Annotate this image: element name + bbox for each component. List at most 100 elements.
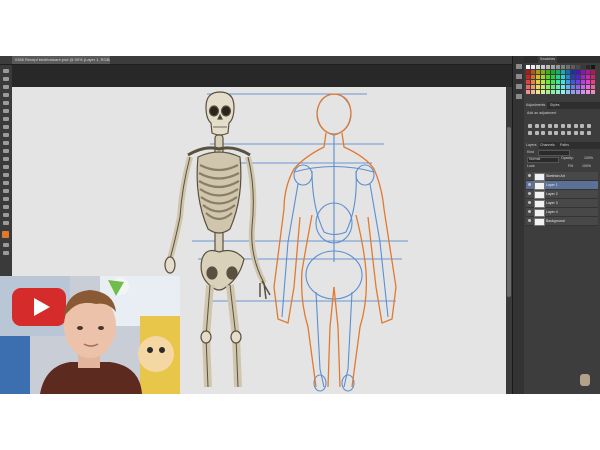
adjustment-icon[interactable] bbox=[547, 124, 552, 128]
color-swatch[interactable] bbox=[526, 75, 530, 79]
color-swatch[interactable] bbox=[536, 90, 540, 94]
color-swatch[interactable] bbox=[561, 85, 565, 89]
layer-row[interactable]: Layer 4 bbox=[526, 208, 598, 217]
tab-paths[interactable]: Paths bbox=[558, 142, 571, 149]
adjustment-icon[interactable] bbox=[554, 124, 558, 128]
color-swatch[interactable] bbox=[581, 80, 585, 84]
stamp-tool-icon[interactable] bbox=[3, 133, 9, 137]
color-swatch[interactable] bbox=[551, 85, 555, 89]
color-swatch[interactable] bbox=[531, 90, 535, 94]
tab-adjustments[interactable]: Adjustments bbox=[524, 102, 548, 109]
color-swatch[interactable] bbox=[546, 90, 550, 94]
adjustment-icon[interactable] bbox=[586, 131, 591, 135]
adjustment-icon[interactable] bbox=[573, 131, 578, 135]
color-swatch[interactable] bbox=[551, 70, 555, 74]
properties-icon[interactable] bbox=[516, 74, 522, 79]
color-swatch[interactable] bbox=[586, 75, 590, 79]
move-tool-icon[interactable] bbox=[3, 69, 9, 73]
eye-icon[interactable] bbox=[528, 210, 531, 213]
zoom-tool-icon[interactable] bbox=[3, 221, 9, 225]
color-swatch[interactable] bbox=[561, 65, 565, 69]
history-icon[interactable] bbox=[516, 64, 522, 69]
shape-tool-icon[interactable] bbox=[3, 205, 9, 209]
adjustment-icon[interactable] bbox=[567, 131, 571, 135]
path-select-tool-icon[interactable] bbox=[3, 197, 9, 201]
color-swatch[interactable] bbox=[571, 90, 575, 94]
crop-tool-icon[interactable] bbox=[3, 101, 9, 105]
color-swatch[interactable] bbox=[541, 80, 545, 84]
color-swatch[interactable] bbox=[551, 75, 555, 79]
eyedropper-tool-icon[interactable] bbox=[3, 109, 9, 113]
tab-channels[interactable]: Channels bbox=[538, 142, 557, 149]
pen-tool-icon[interactable] bbox=[3, 181, 9, 185]
blur-tool-icon[interactable] bbox=[3, 165, 9, 169]
color-swatch[interactable] bbox=[586, 85, 590, 89]
color-swatch[interactable] bbox=[576, 85, 580, 89]
history-brush-tool-icon[interactable] bbox=[3, 141, 9, 145]
healing-tool-icon[interactable] bbox=[3, 117, 9, 121]
color-swatch[interactable] bbox=[541, 90, 545, 94]
color-swatch[interactable] bbox=[576, 90, 580, 94]
adjustment-icon[interactable] bbox=[534, 131, 539, 135]
adjustment-icon[interactable] bbox=[567, 124, 571, 128]
layer-row[interactable]: Skeleton Art bbox=[526, 172, 598, 181]
adjustment-icon[interactable] bbox=[541, 124, 545, 128]
tab-layers[interactable]: Layers bbox=[524, 142, 539, 149]
color-swatch[interactable] bbox=[581, 65, 585, 69]
adjustment-icon[interactable] bbox=[560, 131, 565, 135]
color-swatch[interactable] bbox=[566, 80, 570, 84]
color-swatch[interactable] bbox=[556, 75, 560, 79]
color-swatch[interactable] bbox=[536, 70, 540, 74]
color-swatch[interactable] bbox=[551, 90, 555, 94]
color-swatch[interactable] bbox=[566, 70, 570, 74]
color-swatch[interactable] bbox=[556, 85, 560, 89]
color-swatch[interactable] bbox=[561, 80, 565, 84]
color-swatch[interactable] bbox=[586, 70, 590, 74]
color-swatch[interactable] bbox=[556, 70, 560, 74]
color-swatch[interactable] bbox=[546, 70, 550, 74]
layer-row[interactable]: Background bbox=[526, 217, 598, 226]
color-swatch[interactable] bbox=[576, 75, 580, 79]
opacity-value[interactable]: 100% bbox=[584, 156, 593, 161]
color-swatch[interactable] bbox=[556, 80, 560, 84]
color-swatch[interactable] bbox=[536, 65, 540, 69]
color-swatch[interactable] bbox=[531, 75, 535, 79]
adjustment-icon[interactable] bbox=[541, 131, 545, 135]
blend-mode-select[interactable]: Normal bbox=[527, 157, 559, 163]
adjustment-icon[interactable] bbox=[528, 124, 532, 128]
color-swatch[interactable] bbox=[581, 70, 585, 74]
color-swatch[interactable] bbox=[591, 80, 595, 84]
adjustment-icon[interactable] bbox=[573, 124, 578, 128]
color-swatch[interactable] bbox=[556, 90, 560, 94]
adjustment-icon[interactable] bbox=[554, 131, 558, 135]
color-swatch[interactable] bbox=[541, 70, 545, 74]
color-swatch[interactable] bbox=[551, 65, 555, 69]
color-swatch[interactable] bbox=[526, 85, 530, 89]
color-swatch[interactable] bbox=[566, 65, 570, 69]
tab-swatches[interactable]: Swatches bbox=[538, 56, 558, 63]
eraser-tool-icon[interactable] bbox=[3, 149, 9, 153]
color-swatch[interactable] bbox=[566, 85, 570, 89]
color-swatch[interactable] bbox=[581, 85, 585, 89]
swatches-grid[interactable] bbox=[526, 65, 596, 95]
color-swatch[interactable] bbox=[531, 80, 535, 84]
layer-row[interactable]: Layer 3 bbox=[526, 199, 598, 208]
character-icon[interactable] bbox=[516, 94, 522, 99]
color-swatch[interactable] bbox=[546, 65, 550, 69]
color-swatch[interactable] bbox=[591, 65, 595, 69]
color-swatch[interactable] bbox=[586, 90, 590, 94]
color-swatch[interactable] bbox=[561, 70, 565, 74]
color-swatch[interactable] bbox=[591, 85, 595, 89]
color-swatch[interactable] bbox=[571, 65, 575, 69]
hand-tool-icon[interactable] bbox=[3, 213, 9, 217]
fill-value[interactable]: 100% bbox=[582, 164, 591, 169]
color-swatch[interactable] bbox=[581, 75, 585, 79]
color-swatch[interactable] bbox=[546, 75, 550, 79]
adjustment-icon[interactable] bbox=[580, 124, 584, 128]
color-swatch[interactable] bbox=[526, 80, 530, 84]
eye-icon[interactable] bbox=[528, 192, 531, 195]
color-swatch[interactable] bbox=[561, 75, 565, 79]
quick-select-tool-icon[interactable] bbox=[3, 93, 9, 97]
color-swatch[interactable] bbox=[586, 80, 590, 84]
color-swatch[interactable] bbox=[531, 65, 535, 69]
